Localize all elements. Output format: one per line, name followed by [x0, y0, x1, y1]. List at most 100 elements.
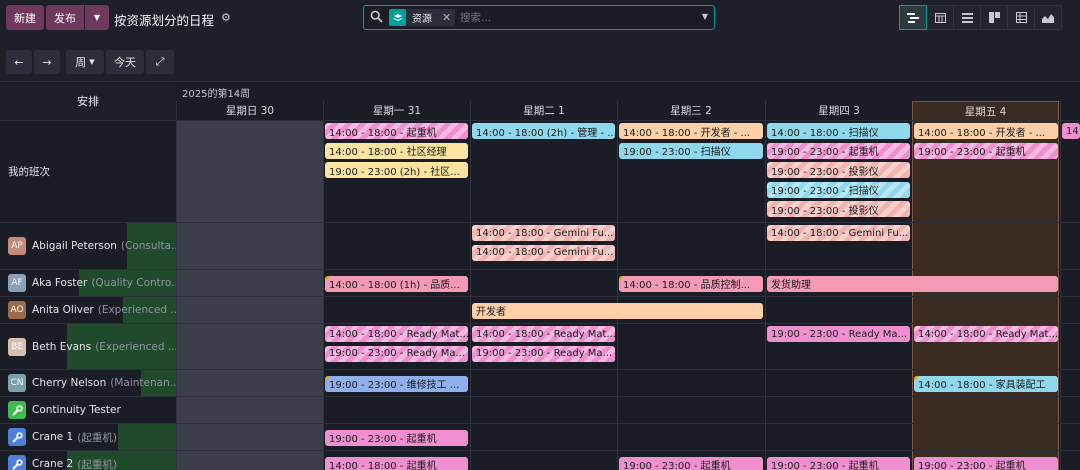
shift-pill[interactable]: 14:00 - 18:00 - Ready Mat... — [914, 326, 1058, 342]
shift-pill[interactable]: 19:00 - 23:00 - 投影仪 — [767, 201, 910, 217]
view-switcher — [899, 5, 1062, 30]
shift-pill[interactable]: 14:00 - 18:00 (2h) - 管理 - ... — [472, 123, 615, 139]
calendar-view-button[interactable] — [926, 5, 954, 30]
graph-view-button[interactable] — [1034, 5, 1062, 30]
shift-pill[interactable]: 19:00 - 23:00 - 扫描仪 — [619, 142, 763, 159]
search-icon[interactable] — [370, 10, 383, 26]
expand-icon: ⤢ — [155, 55, 165, 68]
publish-button[interactable]: 发布 — [46, 5, 84, 30]
shift-pill[interactable]: 14:00 - 18:00 - 品质控制... — [619, 275, 763, 292]
gantt-toolbar: ← → 周 ▼ 今天 ⤢ — [0, 36, 1080, 82]
expand-button[interactable]: ⤢ — [146, 50, 174, 74]
row-header[interactable]: CN Cherry Nelson (Maintenan... — [0, 370, 176, 396]
row-name: Aka Foster — [32, 277, 88, 289]
shift-pill[interactable]: 14:00 - 18:00 - Gemini Fu... — [472, 244, 615, 261]
shift-pill[interactable]: 14:00 - 18:00 - Gemini Fu... — [767, 225, 910, 241]
new-button[interactable]: 新建 — [6, 5, 44, 30]
kanban-icon — [988, 12, 1000, 23]
day-header: 星期四 3 — [765, 101, 912, 120]
gantt-icon — [907, 12, 919, 23]
shift-pill[interactable]: 19:00 - 23:00 - 起重机 — [767, 142, 910, 159]
wrench-icon — [8, 455, 26, 470]
avatar: AP — [8, 237, 26, 255]
shift-pill[interactable]: 19:00 - 23:00 - Ready Ma... — [767, 326, 910, 342]
row-header[interactable]: AF Aka Foster (Quality Contro... — [0, 270, 176, 296]
row-name: Crane 2 — [32, 458, 74, 470]
row-header[interactable]: Crane 1 (起重机) — [0, 424, 176, 450]
shift-pill[interactable]: 19:00 - 23:00 - 起重机 — [914, 456, 1058, 470]
previous-button[interactable]: ← — [6, 50, 32, 74]
wrench-icon — [8, 428, 26, 446]
arrow-right-icon: → — [42, 55, 52, 69]
list-view-button[interactable] — [953, 5, 981, 30]
schedule-row: Continuity Tester — [0, 396, 1080, 423]
schedule-row: BE Beth Evans (Experienced ... 14:00 - 18:0… — [0, 323, 1080, 369]
row-header[interactable]: AP Abigail Peterson (Consulta... — [0, 223, 176, 269]
search-dropdown-toggle[interactable]: ▼ — [702, 12, 708, 21]
day-header: 星期五 4 — [912, 101, 1059, 120]
row-header[interactable]: 我的班次 — [0, 121, 176, 222]
week-label: 2025的第14周 — [182, 89, 251, 100]
avatar: BE — [8, 337, 26, 356]
shift-pill[interactable]: 19:00 - 23:00 - Ready Ma... — [325, 345, 468, 362]
schedule-row: AP Abigail Peterson (Consulta... 14:00 - 18… — [0, 222, 1080, 269]
schedule-row: AF Aka Foster (Quality Contro... 14:00 - 18… — [0, 269, 1080, 296]
row-role: (Maintenan... — [110, 377, 176, 389]
today-button[interactable]: 今天 — [106, 50, 144, 74]
day-header: 星期三 2 — [617, 101, 764, 120]
scale-dropdown[interactable]: 周 ▼ — [66, 50, 104, 74]
day-header: 星期日 30 — [176, 101, 323, 120]
shift-pill[interactable]: 19:00 - 23:00 - 维修技工 ... — [325, 375, 468, 392]
arrow-left-icon: ← — [14, 55, 24, 69]
gear-icon[interactable]: ⚙ — [221, 11, 231, 24]
shift-pill[interactable]: 19:00 - 23:00 - 起重机 — [325, 429, 468, 446]
shift-pill[interactable]: 14:00 - 18:00 - 社区经理 — [325, 142, 468, 159]
shift-pill[interactable]: 发货助理 — [767, 275, 1058, 292]
row-role: (Experienced ... — [97, 304, 176, 316]
publish-dropdown-toggle[interactable]: ▼ — [85, 5, 109, 30]
pivot-view-button[interactable] — [1007, 5, 1035, 30]
shift-pill[interactable]: 19:00 - 23:00 - 起重机 — [619, 456, 763, 470]
next-button[interactable]: → — [34, 50, 60, 74]
shift-pill[interactable]: 14:00 - 18:00 (1h) - 品质... — [325, 275, 468, 292]
shift-pill[interactable]: 14:00 - 18:00 - 开发者 - ... — [619, 123, 763, 139]
calendar-icon — [934, 13, 946, 23]
shift-pill[interactable]: 19:00 - 23:00 (2h) - 社区... — [325, 162, 468, 178]
shift-pill[interactable]: 开发者 — [472, 302, 763, 319]
shift-pill[interactable]: 19:00 - 23:00 - 起重机 — [914, 142, 1058, 159]
shift-pill[interactable]: 14:00 - 18:00 - Ready Mat... — [472, 326, 615, 342]
schedule-row: Crane 2 (起重机) 14:00 - 18:00 - 起重机 19:00 - 2… — [0, 450, 1080, 470]
shift-pill[interactable]: 14:00 - 18:00 - 扫描仪 — [767, 123, 910, 139]
day-header — [1060, 101, 1080, 120]
facet-remove-icon[interactable]: ✕ — [442, 11, 451, 24]
shift-pill[interactable]: 14:00 - 18:00 - 起重机 — [325, 123, 468, 139]
caret-down-icon: ▼ — [89, 58, 95, 66]
shift-pill[interactable]: 19:00 - 23:00 - 起重机 — [767, 456, 910, 470]
row-header[interactable]: Crane 2 (起重机) — [0, 451, 176, 470]
shift-pill[interactable]: 19:00 - 23:00 - 投影仪 — [767, 162, 910, 178]
shift-pill[interactable]: 14: — [1062, 123, 1080, 139]
shift-pill[interactable]: 14:00 - 18:00 - Gemini Fu... — [472, 225, 615, 241]
shift-pill[interactable]: 14:00 - 18:00 - Ready Mat... — [325, 326, 468, 342]
shift-pill[interactable]: 14:00 - 18:00 - 家具装配工 — [914, 375, 1058, 392]
row-header[interactable]: AO Anita Oliver (Experienced ... — [0, 297, 176, 323]
avatar: AO — [8, 301, 26, 319]
shift-pill[interactable]: 19:00 - 23:00 - 扫描仪 — [767, 181, 910, 198]
row-header[interactable]: BE Beth Evans (Experienced ... — [0, 324, 176, 369]
wrench-icon — [8, 401, 26, 419]
shift-pill[interactable]: 19:00 - 23:00 - Ready Ma... — [472, 345, 615, 362]
shift-pill[interactable]: 14:00 - 18:00 - 起重机 — [325, 456, 468, 470]
search-facet: 资源 ✕ — [389, 9, 456, 26]
shift-pill[interactable]: 14:00 - 18:00 - 开发者 - ... — [914, 123, 1058, 139]
row-role: (起重机) — [77, 431, 117, 444]
search-bar: 资源 ✕ ▼ — [363, 5, 715, 30]
gantt-view-button[interactable] — [899, 5, 927, 30]
scale-label: 周 — [75, 56, 87, 69]
schedule-row: Crane 1 (起重机) 19:00 - 23:00 - 起重机 — [0, 423, 1080, 450]
row-header[interactable]: Continuity Tester — [0, 397, 176, 423]
row-name: Cherry Nelson — [32, 377, 107, 389]
row-name: Beth Evans — [32, 340, 92, 353]
search-input[interactable] — [460, 9, 690, 26]
kanban-view-button[interactable] — [980, 5, 1008, 30]
caret-down-icon: ▼ — [93, 13, 101, 22]
